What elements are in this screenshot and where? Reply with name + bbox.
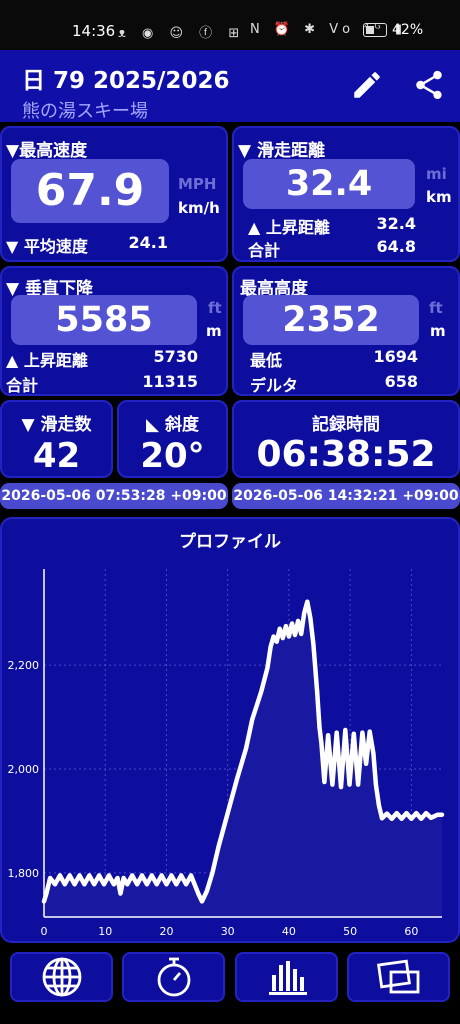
stopwatch-icon bbox=[157, 957, 190, 997]
edit-button[interactable] bbox=[350, 68, 384, 102]
unit-m[interactable]: m bbox=[206, 322, 222, 340]
run-distance-card[interactable]: ▼ 滑走距離 32.4 mi km ▲ 上昇距離 32.4 合計 64.8 bbox=[232, 126, 460, 262]
app-header: 日 79 2025/2026 熊の湯スキー場 bbox=[0, 50, 460, 122]
avg-speed-value: 24.1 bbox=[128, 233, 168, 252]
delta-altitude-value: 658 bbox=[384, 372, 418, 391]
resort-name: 熊の湯スキー場 bbox=[22, 101, 148, 122]
vertical-total-label: 合計 bbox=[6, 376, 39, 395]
delta-altitude-label: デルタ bbox=[250, 376, 299, 395]
unit-km[interactable]: km bbox=[426, 188, 452, 206]
min-altitude-label: 最低 bbox=[250, 351, 283, 370]
profile-chart-card[interactable]: プロファイル 0 10 20 30 40 50 60 1,800 2,000 2,200 bbox=[0, 517, 460, 943]
recording-time-card[interactable]: 記録時間 06:38:52 bbox=[232, 400, 460, 478]
photos-tab-button[interactable] bbox=[347, 952, 450, 1002]
map-tab-button[interactable] bbox=[10, 952, 113, 1002]
bar-chart-icon bbox=[268, 961, 307, 995]
status-bar: 14:36 ᴥ ◉ ☺ ⓕ ⊞ N ⏰ ✱ Vo ⁴ᴳ ▮ 42% bbox=[0, 0, 460, 50]
y-tick-label: 2,000 bbox=[8, 763, 40, 776]
total-distance-label: 合計 bbox=[248, 241, 281, 260]
photos-icon bbox=[376, 959, 419, 994]
x-tick-label: 50 bbox=[343, 925, 357, 938]
max-speed-card[interactable]: ▼最高速度 67.9 MPH km/h ▼ 平均速度 24.1 bbox=[0, 126, 228, 262]
run-distance-label: ▼ 滑走距離 bbox=[238, 141, 325, 161]
x-tick-label: 10 bbox=[98, 925, 112, 938]
notification-icons: ᴥ ◉ ☺ ⓕ ⊞ bbox=[118, 26, 246, 41]
status-time: 14:36 bbox=[72, 22, 116, 40]
unit-ft[interactable]: ft bbox=[208, 299, 222, 317]
total-distance-value: 64.8 bbox=[376, 237, 416, 256]
runs-label: ▼ 滑走数 bbox=[21, 415, 92, 435]
slope-label: ◣ 斜度 bbox=[146, 415, 199, 435]
x-tick-label: 60 bbox=[404, 925, 418, 938]
page-title: 日 79 2025/2026 bbox=[22, 68, 230, 94]
slope-value: 20° bbox=[140, 436, 205, 476]
unit-m[interactable]: m bbox=[430, 322, 446, 340]
battery-icon bbox=[363, 23, 387, 37]
x-tick-label: 30 bbox=[221, 925, 235, 938]
x-tick-label: 0 bbox=[41, 925, 48, 938]
max-altitude-card[interactable]: 最高高度 2352 ft m 最低 1694 デルタ 658 bbox=[232, 266, 460, 396]
max-altitude-value: 2352 bbox=[243, 295, 419, 345]
slope-card[interactable]: ◣ 斜度 20° bbox=[117, 400, 228, 478]
vertical-ascent-label: ▲ 上昇距離 bbox=[6, 351, 88, 370]
ascent-distance-label: ▲ 上昇距離 bbox=[248, 218, 330, 237]
vertical-descent-card[interactable]: ▼ 垂直下降 5585 ft m ▲ 上昇距離 5730 合計 11315 bbox=[0, 266, 228, 396]
profile-chart: 0 10 20 30 40 50 60 1,800 2,000 2,200 bbox=[8, 569, 445, 938]
stats-tab-button[interactable] bbox=[235, 952, 338, 1002]
start-time: 2026-05-06 07:53:28 +09:00 bbox=[0, 483, 228, 509]
recording-time-label: 記録時間 bbox=[312, 415, 380, 435]
share-button[interactable] bbox=[412, 68, 446, 102]
battery-percent: 42% bbox=[392, 22, 424, 38]
y-tick-label: 1,800 bbox=[8, 867, 40, 880]
run-distance-value: 32.4 bbox=[243, 159, 415, 209]
unit-kmh[interactable]: km/h bbox=[178, 199, 220, 217]
x-tick-label: 20 bbox=[159, 925, 173, 938]
x-tick-label: 40 bbox=[282, 925, 296, 938]
vertical-total-value: 11315 bbox=[142, 372, 198, 391]
pencil-icon bbox=[354, 72, 380, 98]
unit-ft[interactable]: ft bbox=[429, 299, 443, 317]
y-tick-label: 2,200 bbox=[8, 659, 40, 672]
vertical-ascent-value: 5730 bbox=[153, 347, 198, 366]
ascent-distance-value: 32.4 bbox=[376, 214, 416, 233]
globe-icon bbox=[42, 957, 81, 997]
vertical-descent-value: 5585 bbox=[11, 295, 197, 345]
unit-mph[interactable]: MPH bbox=[178, 175, 216, 193]
end-time: 2026-05-06 14:32:21 +09:00 bbox=[232, 483, 460, 509]
avg-speed-label: ▼ 平均速度 bbox=[6, 237, 88, 256]
min-altitude-value: 1694 bbox=[373, 347, 418, 366]
share-icon bbox=[416, 70, 442, 100]
recording-time-value: 06:38:52 bbox=[256, 434, 436, 475]
unit-mi[interactable]: mi bbox=[426, 165, 447, 183]
max-speed-value: 67.9 bbox=[11, 159, 169, 223]
max-speed-label: ▼最高速度 bbox=[6, 141, 88, 161]
runs-card[interactable]: ▼ 滑走数 42 bbox=[0, 400, 113, 478]
runs-value: 42 bbox=[32, 436, 81, 476]
tracker-tab-button[interactable] bbox=[122, 952, 225, 1002]
